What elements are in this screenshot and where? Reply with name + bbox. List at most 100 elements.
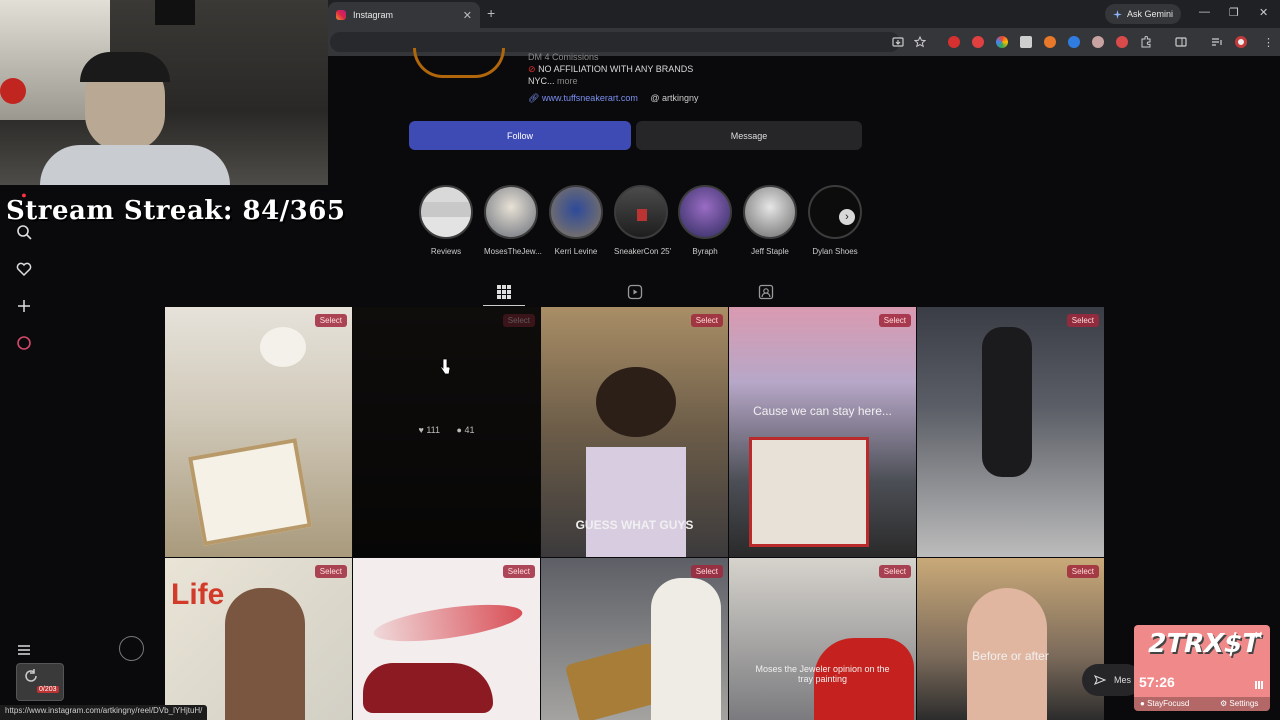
browser-menu-icon[interactable]: ⋮ (1263, 36, 1274, 49)
post-tile[interactable]: Select (165, 307, 352, 557)
meta-ai-icon[interactable] (16, 335, 32, 351)
standing-figure (982, 327, 1032, 477)
search-icon[interactable] (16, 224, 32, 240)
highlight-cover (419, 185, 473, 239)
post-caption: Cause we can stay here... (753, 404, 892, 418)
bio-links: 🔗︎ www.tuffsneakerart.com @ artkingny (528, 93, 699, 104)
ask-gemini-label: Ask Gemini (1127, 9, 1174, 19)
settings-gear-icon: ⚙ (1220, 699, 1228, 708)
threads-link[interactable]: artkingny (662, 93, 699, 103)
post-tile[interactable]: Select (541, 558, 728, 720)
extension-clock-icon[interactable] (1116, 36, 1128, 48)
side-panel-icon[interactable] (1175, 36, 1187, 48)
post-tile[interactable]: ♥ 111 ● 41 Select (353, 307, 540, 557)
extension-block-icon[interactable] (972, 36, 984, 48)
status-bar-url: https://www.instagram.com/artkingny/reel… (0, 705, 208, 720)
extension-color-icon[interactable] (996, 36, 1008, 48)
select-button[interactable]: Select (1066, 314, 1099, 327)
select-button[interactable]: Select (314, 314, 347, 327)
messages-button[interactable]: Mes (1082, 664, 1142, 696)
posts-grid-icon[interactable] (496, 284, 512, 300)
highlight-label: Reviews (430, 247, 462, 256)
select-button[interactable]: Select (878, 314, 911, 327)
post-caption: Before or after (972, 649, 1049, 663)
paint-splash (371, 597, 525, 649)
more-menu-icon[interactable] (16, 642, 32, 658)
message-button[interactable]: Message (636, 121, 862, 150)
post-tile[interactable]: Cause we can stay here... Select (729, 307, 916, 557)
extensions-puzzle-icon[interactable] (1140, 36, 1152, 48)
select-button[interactable]: Select (1066, 565, 1099, 578)
threads-icon: @ (650, 93, 660, 103)
instagram-favicon-icon (336, 10, 346, 20)
timer-time: 57:26 (1139, 674, 1175, 690)
extension-sun-icon[interactable] (1020, 36, 1032, 48)
highlight-reviews[interactable]: Reviews (419, 185, 473, 256)
grid-dots-icon[interactable] (1255, 681, 1263, 689)
tagged-icon[interactable] (758, 284, 774, 300)
website-link[interactable]: www.tuffsneakerart.com (542, 93, 638, 103)
loading-circle-icon (119, 636, 144, 661)
highlights-next-arrow-icon[interactable]: › (839, 209, 855, 225)
bio-more-link[interactable]: more (557, 76, 578, 86)
comments-bubble-icon: ● (456, 425, 462, 435)
media-controls-icon[interactable] (1211, 36, 1223, 48)
window-close-icon[interactable]: ✕ (1259, 6, 1268, 19)
select-button[interactable]: Select (502, 565, 535, 578)
bookmark-star-icon[interactable] (914, 36, 926, 48)
notifications-heart-icon[interactable] (16, 261, 32, 277)
select-button[interactable]: Select (690, 565, 723, 578)
browser-tab-instagram[interactable]: Instagram ✕ (328, 2, 480, 28)
messages-label: Mes (1114, 675, 1132, 685)
select-button[interactable]: Select (690, 314, 723, 327)
post-tile[interactable]: Select (917, 307, 1104, 557)
extension-blue-icon[interactable] (1068, 36, 1080, 48)
link-icon: 🔗︎ (528, 93, 540, 103)
select-button[interactable]: Select (314, 565, 347, 578)
minimize-icon[interactable]: — (1199, 6, 1210, 18)
new-tab-button[interactable]: + (487, 5, 495, 21)
sneaker-painting (749, 437, 869, 547)
recorder-widget[interactable]: 0/203 (16, 663, 64, 701)
profile-avatar-icon[interactable] (1235, 36, 1247, 48)
send-paper-plane-icon (1094, 675, 1106, 685)
framed-artwork (188, 438, 312, 546)
gemini-star-icon (1113, 9, 1122, 19)
figure-body (586, 447, 686, 557)
post-tile[interactable]: GUESS WHAT GUYS Select (541, 307, 728, 557)
extension-pink-icon[interactable] (1092, 36, 1104, 48)
stayfocusd-label[interactable]: ● StayFocusd (1140, 699, 1189, 708)
portrait-figure (225, 588, 305, 720)
highlight-label: SneakerCon 25' (614, 247, 672, 256)
webcam-overlay (0, 0, 328, 185)
timer-close-icon[interactable]: ✕ (1254, 629, 1263, 642)
timer-settings-link[interactable]: ⚙ Settings (1220, 699, 1258, 708)
highlight-byraph[interactable]: Byraph (678, 185, 732, 256)
close-tab-icon[interactable]: ✕ (463, 9, 472, 22)
highlight-jeff-staple[interactable]: Jeff Staple (743, 185, 797, 256)
post-tile[interactable]: Life Select (165, 558, 352, 720)
refresh-icon (25, 669, 37, 682)
highlight-label: Kerri Levine (554, 247, 598, 256)
select-button[interactable]: Select (502, 314, 535, 327)
mouse-pointer-icon (440, 358, 451, 375)
post-tile[interactable]: Before or after Select (917, 558, 1104, 720)
post-tile[interactable]: Moses the Jeweler opinion on the tray pa… (729, 558, 916, 720)
life-artwork: Life (171, 578, 225, 611)
select-button[interactable]: Select (878, 565, 911, 578)
highlight-mosesthejeweler[interactable]: MosesTheJew... (484, 185, 542, 256)
post-tile[interactable]: Select (353, 558, 540, 720)
extension-red-icon[interactable] (948, 36, 960, 48)
bio-line-2: ⊘ NO AFFILIATION WITH ANY BRANDS (528, 64, 694, 74)
active-tab-indicator (483, 305, 525, 306)
follow-button[interactable]: Follow (409, 121, 631, 150)
reels-icon[interactable] (627, 284, 643, 300)
extension-orange-icon[interactable] (1044, 36, 1056, 48)
cap-figure (260, 327, 306, 367)
highlight-kerri-levine[interactable]: Kerri Levine (549, 185, 603, 256)
ask-gemini-button[interactable]: Ask Gemini (1105, 4, 1182, 24)
restore-icon[interactable]: ❐ (1229, 6, 1239, 19)
install-app-icon[interactable] (892, 36, 904, 48)
create-plus-icon[interactable] (16, 298, 32, 314)
highlight-sneakercon[interactable]: SneakerCon 25' (614, 185, 672, 256)
